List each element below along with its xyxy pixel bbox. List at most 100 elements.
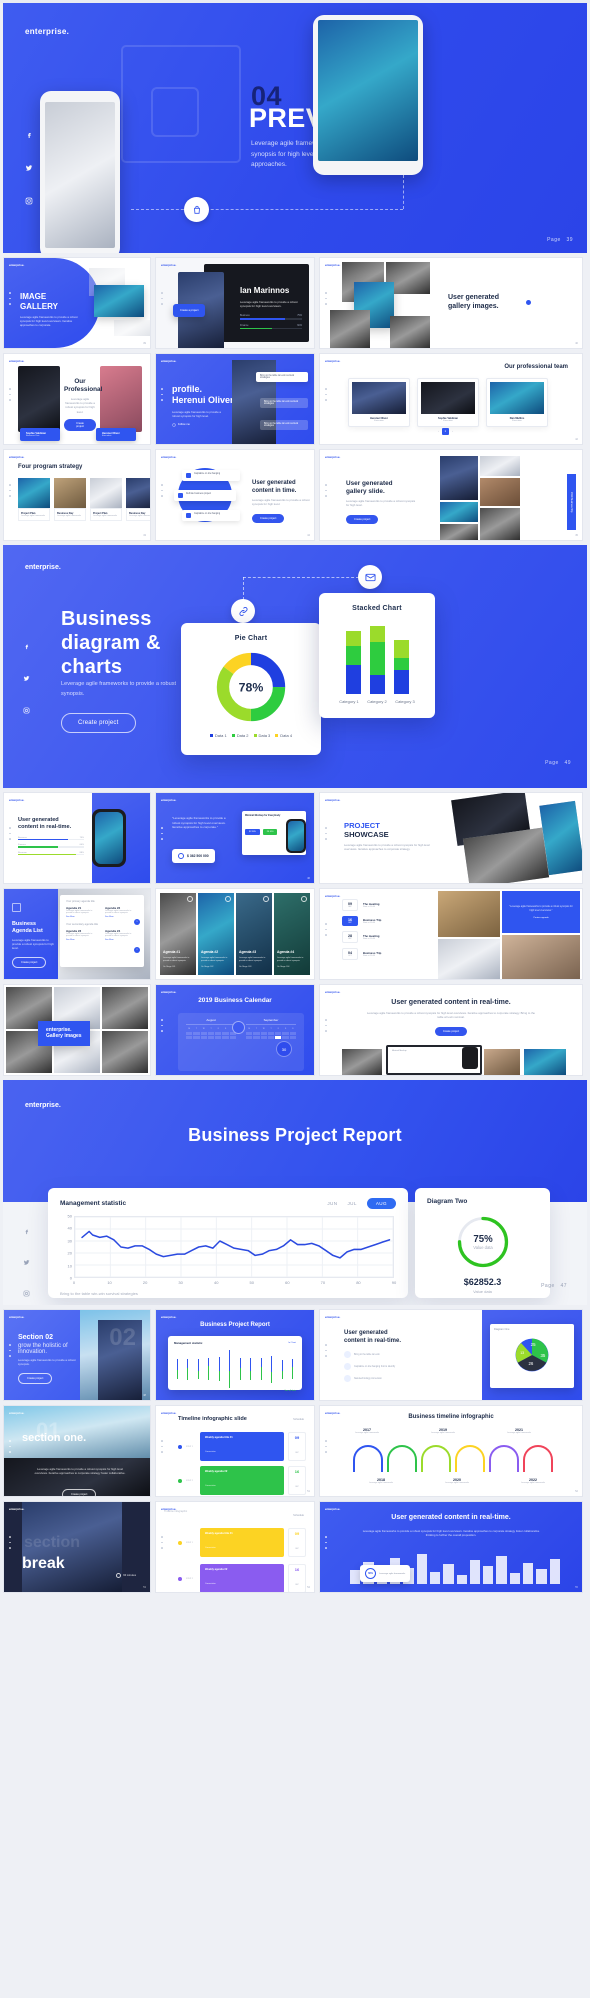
twitter-icon[interactable] bbox=[23, 1259, 30, 1268]
schedule-row[interactable]: 04 OCT Business Trip Start at 10:40 bbox=[342, 948, 430, 960]
user-generated-realtime-pie-slide[interactable]: enterprise. User generated content in re… bbox=[319, 1309, 583, 1401]
timeline-row[interactable]: STEP 2 Weekly agenda #2 Consectetur 16 S… bbox=[178, 1466, 306, 1495]
pager-prev[interactable]: ‹ bbox=[438, 430, 439, 433]
user-generated-realtime-laptop-slide[interactable]: enterprise. User generated content in re… bbox=[319, 984, 583, 1076]
see-more-link[interactable]: See More bbox=[66, 916, 99, 918]
calendar-grid-september[interactable]: MTWTFSS bbox=[246, 1028, 296, 1030]
business-project-report-bars-slide[interactable]: enterprise. Business Project Report Mana… bbox=[155, 1309, 315, 1401]
section-one-slide[interactable]: 01 enterprise. section one. Leverage agi… bbox=[3, 1405, 151, 1497]
bar-up bbox=[292, 1359, 294, 1367]
management-statistic-card[interactable]: Management statistic JUN JUL AUG 0 10 20 30… bbox=[48, 1188, 408, 1298]
page-number: 46 bbox=[307, 877, 310, 880]
pie-chart-card[interactable]: Pie Chart 78% Data 1 Data 2 Data 3 Data 4 bbox=[181, 623, 321, 755]
see-more-link[interactable]: See More bbox=[105, 939, 138, 941]
create-project-button[interactable]: Create project bbox=[61, 713, 136, 733]
slide-title: Business timeline infographic bbox=[408, 1414, 494, 1420]
user-generated-gallery-images-slide[interactable]: enterprise. User generated gallery image… bbox=[319, 257, 583, 349]
create-project-button[interactable]: Create project bbox=[18, 1373, 53, 1385]
page-number: 42 bbox=[575, 438, 578, 441]
pager-current[interactable]: 1 bbox=[441, 428, 449, 435]
mail-icon bbox=[358, 565, 382, 589]
chip-text: Bring to the table win-win survival stra… bbox=[264, 401, 299, 405]
pager-dot[interactable]: 2 bbox=[134, 947, 140, 953]
project-showcase-slide[interactable]: enterprise. PROJECT SHOWCASE Leverage ag… bbox=[319, 792, 583, 884]
stacked-chart-card[interactable]: Stacked Chart Category 1 Category 2 Catego… bbox=[319, 593, 435, 718]
agenda-cards-slide[interactable]: Agenda #1 Leverage agile frameworks to p… bbox=[155, 888, 315, 980]
bar-segment bbox=[393, 670, 409, 694]
business-calendar-slide[interactable]: enterprise. 2019 Business Calendar Augus… bbox=[155, 984, 315, 1076]
see-more-link[interactable]: See More bbox=[105, 916, 138, 918]
business-timeline-infographic-slide[interactable]: enterprise. Business timeline infographi… bbox=[319, 1405, 583, 1497]
plot-area bbox=[74, 1216, 394, 1278]
timeline-infographic-slide-2[interactable]: enterprise. Timeline infographic Schedul… bbox=[155, 1501, 315, 1593]
slide-body-text: Leverage agile frameworks to provide a r… bbox=[20, 315, 78, 328]
tab-aug[interactable]: AUG bbox=[366, 1198, 396, 1209]
section-02-slide[interactable]: 02 enterprise. Section 02 grow the holis… bbox=[3, 1309, 151, 1401]
business-agenda-list-slide[interactable]: Your primary agenda title Agenda #1 Leve… bbox=[3, 888, 151, 980]
thumbnail-row: enterprise. IMAGE GALLERY Leverage agile… bbox=[3, 257, 587, 349]
brand-logo: enterprise. bbox=[9, 359, 25, 363]
timeline-day: 09 bbox=[294, 1435, 300, 1440]
device-thumbnail-grid: enterprise. User generated content in re… bbox=[0, 788, 590, 1076]
create-project-button[interactable]: Create project bbox=[62, 1489, 97, 1496]
white-bar bbox=[536, 1569, 547, 1584]
enterprise-gallery-images-slide[interactable]: enterprise. Gallery images bbox=[3, 984, 151, 1076]
bar-segment bbox=[393, 658, 409, 671]
schedule-row[interactable]: 28 SEP The meeting Start at 10:40 bbox=[342, 931, 430, 943]
instagram-icon[interactable] bbox=[23, 1290, 30, 1299]
see-all-link[interactable]: See all data bbox=[174, 1390, 296, 1392]
minimal-mockup-slide[interactable]: enterprise. "Leverage agile frameworks t… bbox=[155, 792, 315, 884]
list-item: Bring to the table win-win bbox=[354, 1353, 380, 1356]
create-project-button[interactable]: Create a project bbox=[173, 304, 206, 317]
schedule-row[interactable]: 09 SEP The meeting Start at 10:40 bbox=[342, 899, 430, 911]
our-professional-slide[interactable]: enterprise. Our Professional Leverage ag… bbox=[3, 353, 151, 445]
schedule-meeting-slide[interactable]: enterprise. 09 SEP The meeting Start at … bbox=[319, 888, 583, 980]
profile-dark-slide[interactable]: enterprise. Ian Marinnos Leverage agile … bbox=[155, 257, 315, 349]
tab-jul[interactable]: JUL bbox=[347, 1201, 356, 1206]
timeline-row[interactable]: STEP 1 Weekly agenda title #1 Consectetu… bbox=[178, 1432, 306, 1461]
instagram-icon[interactable] bbox=[23, 707, 30, 716]
four-program-strategy-slide[interactable]: enterprise. Four program strategy Projec… bbox=[3, 449, 151, 541]
pager-dot[interactable] bbox=[526, 300, 531, 305]
instagram-icon[interactable] bbox=[25, 197, 33, 205]
tab-jun[interactable]: JUN bbox=[327, 1201, 337, 1206]
twitter-icon[interactable] bbox=[23, 675, 30, 684]
bar-segment bbox=[369, 626, 385, 643]
stat-label: Revenue bbox=[18, 851, 27, 854]
profile-herenui-slide[interactable]: enterprise. profile. Herenui Oliver Leve… bbox=[155, 353, 315, 445]
see-more-link[interactable]: See More bbox=[66, 939, 99, 941]
break-slide[interactable]: enterprise. section break 60 minutes 53 bbox=[3, 1501, 151, 1593]
twitter-icon[interactable] bbox=[25, 164, 33, 172]
create-project-button[interactable]: Create project bbox=[12, 957, 47, 969]
user-generated-realtime-bars-slide[interactable]: enterprise. User generated content in re… bbox=[319, 1501, 583, 1593]
user-generated-gallery-slide[interactable]: enterprise. User generated gallery slide… bbox=[319, 449, 583, 541]
timeline-row[interactable]: STEP 1 Weekly agenda title #1 Consectetu… bbox=[178, 1528, 306, 1557]
facebook-icon[interactable] bbox=[23, 643, 30, 652]
facebook-icon[interactable] bbox=[25, 131, 33, 139]
pager-next[interactable]: › bbox=[452, 430, 453, 433]
partner-agenda-link[interactable]: Partner agenda bbox=[507, 917, 575, 919]
calendar-grid-august[interactable]: MTWTFSS bbox=[186, 1028, 236, 1030]
legend-label: Data 4 bbox=[280, 733, 293, 738]
schedule-month: SEP bbox=[348, 938, 352, 940]
create-project-button[interactable]: Create project bbox=[434, 1027, 468, 1037]
schedule-row[interactable]: 16 SEP Business Trip Start at 10:40 bbox=[342, 916, 430, 926]
follow-me-tag[interactable]: Follow me bbox=[172, 423, 234, 427]
diagram-two-card[interactable]: Diagram Two 75% Value data $62852.3 Valu… bbox=[415, 1188, 550, 1298]
stat-badge: 25 410 bbox=[262, 829, 278, 835]
year-body: Leverage agile frameworks bbox=[520, 1482, 545, 1484]
image-gallery-slide[interactable]: enterprise. IMAGE GALLERY Leverage agile… bbox=[3, 257, 151, 349]
gallery-thumbnail-grid: enterprise. IMAGE GALLERY Leverage agile… bbox=[0, 253, 590, 541]
timeline-row[interactable]: STEP 2 Weekly agenda #2 Consectetur 16 S… bbox=[178, 1564, 306, 1592]
create-project-button[interactable]: Create project bbox=[64, 418, 96, 431]
pager-dot[interactable]: 1 bbox=[134, 919, 140, 925]
user-generated-content-in-time-slide[interactable]: enterprise. Capitalize on low hanging De… bbox=[155, 449, 315, 541]
create-project-button[interactable]: Create project bbox=[346, 515, 379, 525]
timeline-sub: Consectetur bbox=[205, 1485, 216, 1487]
user-generated-realtime-watch-slide[interactable]: enterprise. User generated content in re… bbox=[3, 792, 151, 884]
timeline-infographic-slide[interactable]: enterprise. Timeline infographic slide S… bbox=[155, 1405, 315, 1497]
card-meta: On Stage #04 bbox=[277, 966, 290, 968]
create-project-button[interactable]: Create project bbox=[252, 514, 285, 524]
our-professional-team-slide[interactable]: enterprise. Our professional team Herenu… bbox=[319, 353, 583, 445]
facebook-icon[interactable] bbox=[23, 1228, 30, 1237]
